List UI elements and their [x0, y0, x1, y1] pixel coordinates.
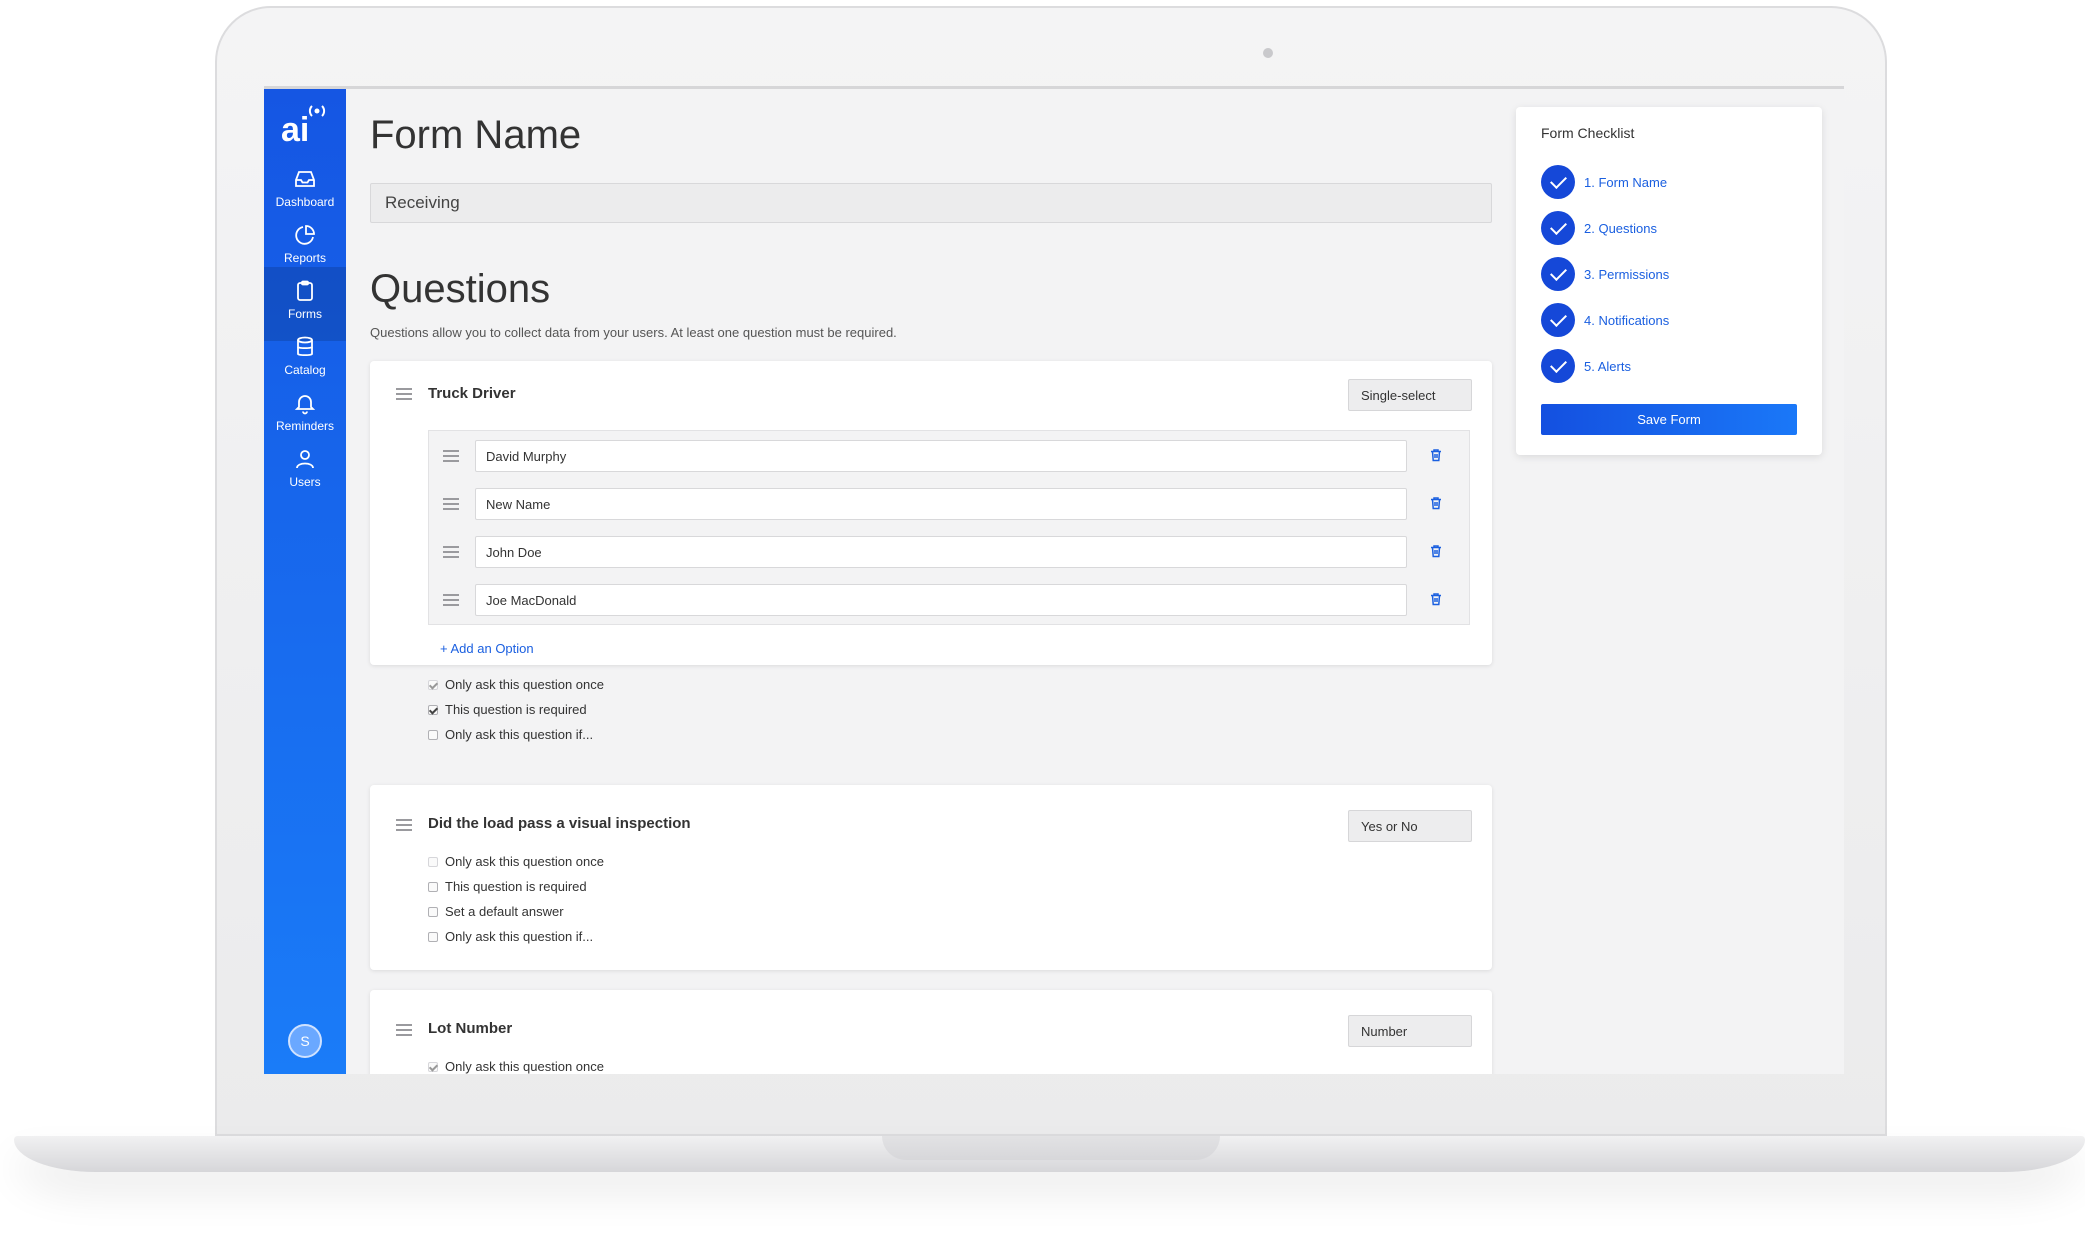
checkbox-row: Only ask this question if...: [428, 727, 593, 742]
drag-handle-icon[interactable]: [396, 1024, 412, 1036]
question-card: Lot Number Number Only ask this question…: [370, 990, 1492, 1074]
app-screen: ai Dashboard Reports Forms Catalog Remin…: [264, 86, 1844, 1074]
option-input[interactable]: [475, 584, 1407, 616]
checklist-item-label: 3. Permissions: [1584, 267, 1670, 282]
trash-icon[interactable]: [1429, 448, 1443, 462]
checkbox-label: This question is required: [445, 702, 587, 717]
check-circle-icon: [1541, 303, 1575, 337]
trash-icon[interactable]: [1429, 592, 1443, 606]
option-input[interactable]: [475, 488, 1407, 520]
sidebar-item-label: Catalog: [284, 363, 326, 377]
checkbox-label: Set a default answer: [445, 904, 564, 919]
app-logo[interactable]: ai: [279, 103, 331, 149]
question-title: Did the load pass a visual inspection: [428, 815, 691, 832]
checkbox-row: Only ask this question once: [428, 854, 604, 869]
check-circle-icon: [1541, 349, 1575, 383]
add-option-label: Add an Option: [450, 641, 534, 656]
avatar[interactable]: S: [288, 1024, 322, 1058]
checklist-item-label: 4. Notifications: [1584, 313, 1670, 328]
questions-description: Questions allow you to collect data from…: [370, 325, 897, 340]
checkbox[interactable]: [428, 882, 438, 892]
drag-handle-icon[interactable]: [396, 388, 412, 400]
add-option-button[interactable]: + Add an Option: [440, 641, 534, 656]
checkbox-row: This question is required: [428, 879, 587, 894]
questions-title: Questions: [370, 267, 551, 311]
checkbox[interactable]: [428, 680, 438, 690]
question-type-select[interactable]: Number: [1348, 1015, 1472, 1047]
question-type-select[interactable]: Yes or No: [1348, 810, 1472, 842]
checkbox-label: Only ask this question once: [445, 1059, 604, 1074]
check-circle-icon: [1541, 257, 1575, 291]
drag-handle-icon[interactable]: [443, 594, 459, 606]
drag-handle-icon[interactable]: [396, 819, 412, 831]
camera: [1263, 48, 1273, 58]
checkbox[interactable]: [428, 932, 438, 942]
svg-text:ai: ai: [281, 111, 309, 147]
sidebar-item-label: Reports: [283, 251, 327, 265]
trash-icon[interactable]: [1429, 544, 1443, 558]
checkbox[interactable]: [428, 857, 438, 867]
check-circle-icon: [1541, 165, 1575, 199]
checkbox-row: This question is required: [428, 702, 587, 717]
page-title: Form Name: [370, 113, 582, 157]
laptop-notch: [882, 1136, 1220, 1160]
checkbox[interactable]: [428, 730, 438, 740]
question-type-select[interactable]: Single-select: [1348, 379, 1472, 411]
checkbox-label: Only ask this question if...: [445, 727, 594, 742]
option-row: [429, 479, 1469, 527]
checkbox[interactable]: [428, 1062, 438, 1072]
checklist-item-label: 1. Form Name: [1584, 175, 1668, 190]
option-row: [429, 431, 1469, 479]
database-icon: [297, 336, 313, 357]
user-icon: [296, 450, 314, 469]
sidebar-item-label: Forms: [288, 307, 322, 321]
sidebar-item-label: Reminders: [275, 419, 335, 433]
checkbox-row: Only ask this question once: [428, 677, 604, 692]
form-checklist: Form Checklist 1. Form Name 2. Questions…: [1516, 107, 1822, 455]
checklist-item-label: 5. Alerts: [1584, 359, 1631, 374]
question-card: Did the load pass a visual inspection Ye…: [370, 785, 1492, 970]
sidebar-item-users[interactable]: Users: [264, 435, 346, 509]
option-input[interactable]: [475, 440, 1407, 472]
sidebar-item-label: Dashboard: [275, 195, 335, 209]
checklist-title: Form Checklist: [1541, 125, 1635, 141]
option-row: [429, 527, 1469, 575]
check-circle-icon: [1541, 211, 1575, 245]
question-title: Lot Number: [428, 1020, 513, 1037]
options-list: [428, 430, 1470, 625]
checkbox[interactable]: [428, 907, 438, 917]
main-content: Form Name Questions Questions allow you …: [370, 89, 1492, 1074]
checkbox-row: Set a default answer: [428, 904, 564, 919]
save-form-button[interactable]: Save Form: [1541, 404, 1797, 435]
checkbox-label: Only ask this question once: [445, 677, 604, 692]
drag-handle-icon[interactable]: [443, 450, 459, 462]
inbox-icon: [295, 171, 315, 187]
checklist-item-label: 2. Questions: [1584, 221, 1657, 236]
checkbox-row: Only ask this question if...: [428, 929, 593, 944]
option-input[interactable]: [475, 536, 1407, 568]
sidebar-item-label: Users: [289, 475, 321, 489]
question-title: Truck Driver: [428, 385, 516, 402]
sidebar: ai Dashboard Reports Forms Catalog Remin…: [264, 89, 346, 1074]
drag-handle-icon[interactable]: [443, 498, 459, 510]
pie-chart-icon: [295, 225, 315, 245]
plus-icon: +: [440, 641, 448, 656]
bell-icon: [294, 395, 316, 415]
checkbox-label: This question is required: [445, 879, 587, 894]
question-card: Truck Driver Single-select David Murphy …: [370, 361, 1492, 742]
checkbox-label: Only ask this question if...: [445, 929, 594, 944]
checkbox[interactable]: [428, 705, 438, 715]
clipboard-icon: [297, 280, 313, 301]
trash-icon[interactable]: [1429, 496, 1443, 510]
drag-handle-icon[interactable]: [443, 546, 459, 558]
form-name-input[interactable]: [370, 183, 1492, 223]
checkbox-row: Only ask this question once: [428, 1059, 604, 1074]
option-row: [429, 575, 1469, 623]
checkbox-label: Only ask this question once: [445, 854, 604, 869]
